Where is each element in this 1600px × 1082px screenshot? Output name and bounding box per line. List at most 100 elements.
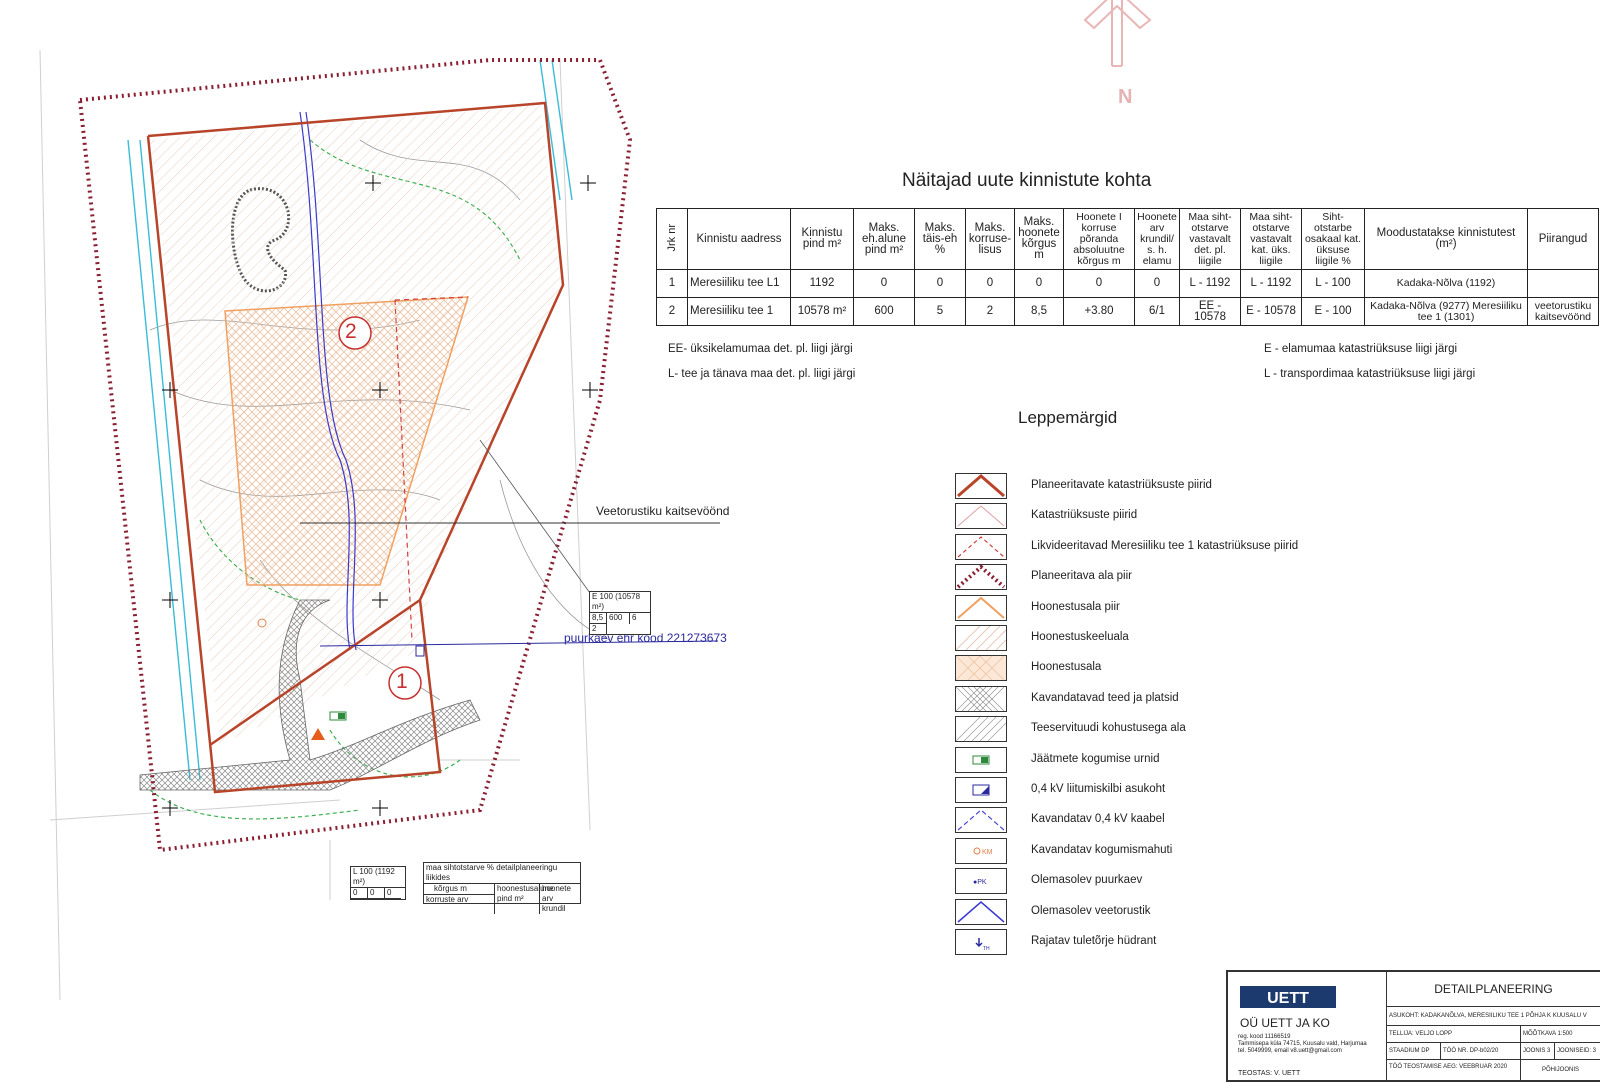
pk-icon: ●PK — [955, 868, 1007, 895]
stamp-title: DETAILPLANEERING — [1386, 971, 1600, 1007]
table-cell: L - 1192 — [1240, 269, 1302, 298]
table-cell: Kadaka-Nõlva (9277) Meresiiliku tee 1 (1… — [1364, 297, 1528, 326]
lot-1-info-line: L 100 (1192 m²) — [351, 867, 405, 888]
table-cell: EE - 10578 — [1179, 297, 1241, 326]
legend-label: Jäätmete kogumise urnid — [1031, 752, 1160, 765]
legend-item: Likvideeritavad Meresiiliku tee 1 katast… — [955, 533, 1355, 560]
table-cell: 10578 m² — [790, 297, 854, 326]
north-arrow — [1083, 0, 1152, 67]
table-cell: L - 1192 — [1179, 269, 1241, 298]
legend-item: Katastriüksuste piirid — [955, 503, 1355, 530]
svg-text:UETT: UETT — [1267, 990, 1309, 1007]
table-cell: 5 — [914, 297, 966, 326]
table-cell: 0 — [914, 269, 966, 298]
table-cell: Meresiiliku tee 1 — [687, 297, 791, 326]
legend-item: Hoonestuskeelualа — [955, 625, 1355, 651]
table-row: 2 Meresiiliku tee 1 10578 m² 600 5 2 8,5 +3.80 6… — [656, 297, 1599, 326]
key-box: maa sihtotstarve % detailplaneeringu lii… — [423, 862, 581, 914]
indicator-table: Jrk nr Kinnistu aadress Kinnistu pind m²… — [656, 208, 1599, 326]
legend-label: Hoonestusala piir — [1031, 600, 1120, 613]
company-cell: UETT OÜ UETT JA KO reg. kood 11166519 Ta… — [1227, 971, 1387, 1081]
table-row: 1 Meresiiliku tee L1 1192 0 0 0 0 0 0 L - 1192 L -… — [656, 269, 1599, 298]
table-cell: 2 — [656, 297, 688, 326]
hydrant-icon: TH — [955, 929, 1007, 955]
stamp-scale: MÕÕTKAVA 1:500 — [1520, 1025, 1600, 1043]
company-reg: reg. kood 11166519 — [1238, 1034, 1291, 1040]
th-jrk-label: Jrk nr — [665, 223, 678, 252]
existing-well-triangle — [311, 728, 325, 740]
table-cell: 8,5 — [1014, 297, 1064, 326]
lot-1-b: 0 — [368, 888, 385, 899]
note-l: L- tee ja tänava maa det. pl. liigi järg… — [668, 368, 856, 380]
table-cell: 600 — [853, 297, 915, 326]
table-cell: E - 10578 — [1240, 297, 1302, 326]
stamp-sheet-name: PÕHIJOONIS — [1520, 1059, 1600, 1081]
legend-item: Kavandatav 0,4 kV kaabel — [955, 807, 1355, 834]
lot-2-number: 2 — [345, 320, 357, 343]
stamp-work-no: TÖÖ NR. DP-b02/20 — [1440, 1042, 1521, 1060]
lot-2-floors: 2 — [590, 624, 607, 634]
legend-item: Planeeritavate katastriüksuste piirid — [955, 473, 1355, 499]
key-box-count: hoonete arv krundil — [542, 884, 571, 913]
lot-2-area: 600 — [607, 613, 630, 624]
legend-title: Leppemärgid — [1018, 408, 1118, 427]
site-plan-drawing — [39, 0, 1152, 1001]
legend-label: 0,4 kV liitumiskilbi asukoht — [1031, 783, 1166, 795]
legend-item: TH Rajatav tuletõrje hüdrant — [955, 929, 1355, 955]
dark-blue-lines-icon — [955, 898, 1007, 925]
table-header-row: Jrk nr Kinnistu aadress Kinnistu pind m²… — [656, 208, 1599, 270]
th-jrk: Jrk nr — [656, 208, 688, 270]
dashed-lines-icon — [955, 533, 1007, 560]
legend-label: Teeservituudi kohustusega ala — [1031, 722, 1186, 735]
legend-item: Kavandatavad teed ja platsid — [955, 685, 1355, 712]
th-max-floors: Maks. korruse-lisus — [965, 208, 1015, 270]
grey-crosshatch-icon — [955, 685, 1007, 712]
note-e: E - elamumaa katastriüksuse liigi järgi — [1264, 343, 1458, 355]
table-cell: E - 100 — [1301, 297, 1365, 326]
legend-label: Olemasolev veetorustik — [1031, 904, 1151, 917]
key-box-height: kõrgus m — [424, 884, 494, 895]
legend-label: Katastriüksuste piirid — [1031, 509, 1138, 522]
legend-item: ●PK Olemasolev puurkaev — [955, 868, 1355, 895]
legend-label: Olemasolev puurkaev — [1031, 874, 1143, 887]
legend-item: Jäätmete kogumise urnid — [955, 746, 1355, 773]
table-cell: 0 — [853, 269, 915, 298]
stamp-sheets: JOONISEID: 3 — [1554, 1042, 1600, 1060]
title-block: UETT OÜ UETT JA KO reg. kood 11166519 Ta… — [1226, 970, 1600, 1082]
lot-2-height: 8,5 — [590, 613, 607, 624]
legend-label: Hoonestusala — [1031, 661, 1102, 674]
th-use-dp: Maa siht-otstarve vastavalt det. pl. lii… — [1179, 208, 1241, 270]
table-cell: 2 — [965, 297, 1015, 326]
table-cell: 1192 — [790, 269, 854, 298]
th-building-count: Hoonete arv krundil/ s. h. elamu — [1134, 208, 1180, 270]
legend-label: Rajatav tuletõrje hüdrant — [1031, 935, 1157, 947]
table-cell: +3.80 — [1063, 297, 1135, 326]
note-lt: L - transpordimaa katastriüksuse liigi j… — [1264, 368, 1476, 380]
dotted-boundary-icon — [955, 564, 1007, 591]
th-use-cad: Maa siht-otstarve vastavalt kat. üks. li… — [1240, 208, 1302, 270]
table-cell: veetorustiku kaitsevöönd — [1527, 297, 1599, 326]
table-cell: 1 — [656, 269, 688, 298]
note-ee: EE- üksikelamumaa det. pl. liigi järgi — [668, 343, 853, 355]
table-title: Näitajad uute kinnistute kohta — [902, 170, 1152, 191]
table-cell: 0 — [1014, 269, 1064, 298]
th-max-height: Maks. hoonete kõrgus m — [1014, 208, 1064, 270]
key-box-area: hoonestusalune pind m² — [495, 884, 554, 914]
legend-item: Hoonestusala piir — [955, 594, 1355, 621]
svg-text:TH: TH — [983, 946, 990, 952]
stamp-date: TÖÖ TEOSTAMISE AEG: VEEBRUAR 2020 — [1386, 1059, 1521, 1081]
svg-text:●PK: ●PK — [973, 879, 987, 886]
legend-item: Olemasolev veetorustik — [955, 898, 1355, 925]
legend-label: Planeeritava ala piir — [1031, 570, 1133, 583]
legend-item: Teeservituudi kohustusega ala — [955, 716, 1355, 743]
th-formed-from: Moodustatakse kinnistutest (m²) — [1364, 208, 1528, 270]
company-address: Tammisepa küla 74715, Kuusalu vald, Harj… — [1238, 1041, 1367, 1047]
table-cell: 0 — [1134, 269, 1180, 298]
lot-1-a: 0 — [351, 888, 368, 899]
blue-box-icon — [955, 777, 1007, 803]
th-address: Kinnistu aadress — [687, 208, 791, 270]
table-cell: L - 100 — [1301, 269, 1365, 298]
blue-lines-icon — [955, 807, 1007, 834]
km-circle-icon: KM — [955, 837, 1007, 864]
lot-1-number: 1 — [396, 670, 408, 693]
